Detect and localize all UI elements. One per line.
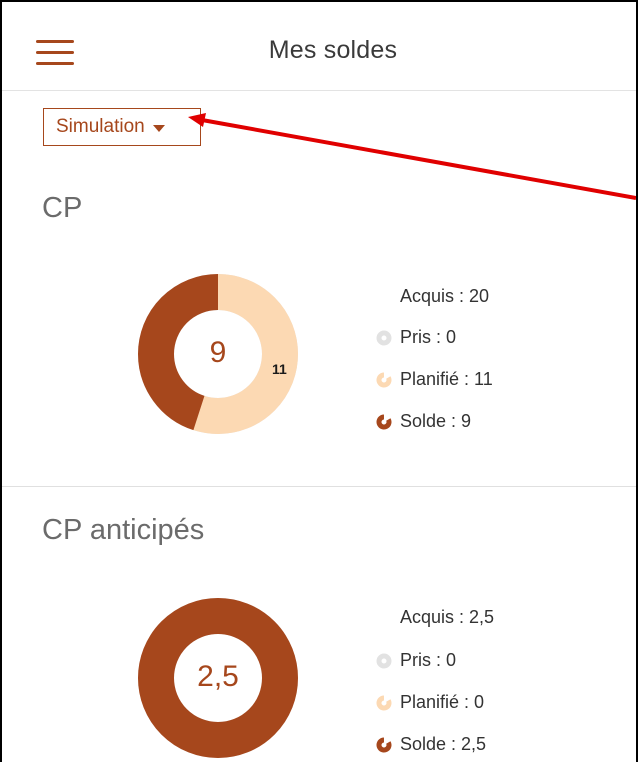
balance-pie-icon — [376, 737, 392, 752]
legend-balance-text: Solde : 9 — [400, 411, 472, 431]
legend-balance: Solde : 9 — [376, 411, 471, 432]
simulation-dropdown[interactable]: Simulation — [43, 108, 201, 146]
cp-donut-planned-label: 11 — [272, 361, 287, 377]
balance-pie-icon — [376, 414, 392, 429]
legend-taken-text: Pris : 0 — [400, 650, 457, 670]
legend-planned-text: Planifié : 0 — [400, 692, 485, 712]
legend-acquired: Acquis : 2,5 — [376, 607, 494, 628]
legend-taken-text: Pris : 0 — [400, 327, 457, 347]
taken-pie-icon — [376, 330, 392, 345]
app-header: Mes soldes — [2, 2, 636, 91]
section-title-cp-anticipes: CP anticipés — [42, 514, 205, 546]
planned-pie-icon — [376, 695, 392, 710]
cp-anticipes-donut-center-value: 2,5 — [197, 660, 239, 693]
legend-planned: Planifié : 11 — [376, 369, 493, 390]
caret-down-icon — [152, 124, 165, 132]
taken-pie-icon — [376, 653, 392, 668]
legend-taken: Pris : 0 — [376, 327, 456, 348]
legend-balance: Solde : 2,5 — [376, 734, 486, 755]
legend-planned-text: Planifié : 11 — [400, 369, 493, 389]
legend-acquired: Acquis : 20 — [376, 286, 489, 307]
planned-pie-icon — [376, 372, 392, 387]
section-divider — [2, 486, 636, 487]
section-title-cp: CP — [42, 192, 83, 224]
app-frame: Mes soldes Simulation CP 9 11 Acquis : 2… — [0, 0, 638, 762]
legend-acquired-text: Acquis : 2,5 — [400, 607, 495, 627]
cp-donut-center-value: 9 — [209, 336, 227, 369]
page-title: Mes soldes — [268, 36, 398, 64]
legend-taken: Pris : 0 — [376, 650, 456, 671]
legend-planned: Planifié : 0 — [376, 692, 484, 713]
annotation-arrow-line — [201, 118, 636, 200]
legend-acquired-text: Acquis : 20 — [400, 286, 490, 306]
legend-balance-text: Solde : 2,5 — [400, 734, 487, 754]
simulation-label: Simulation — [56, 116, 145, 137]
